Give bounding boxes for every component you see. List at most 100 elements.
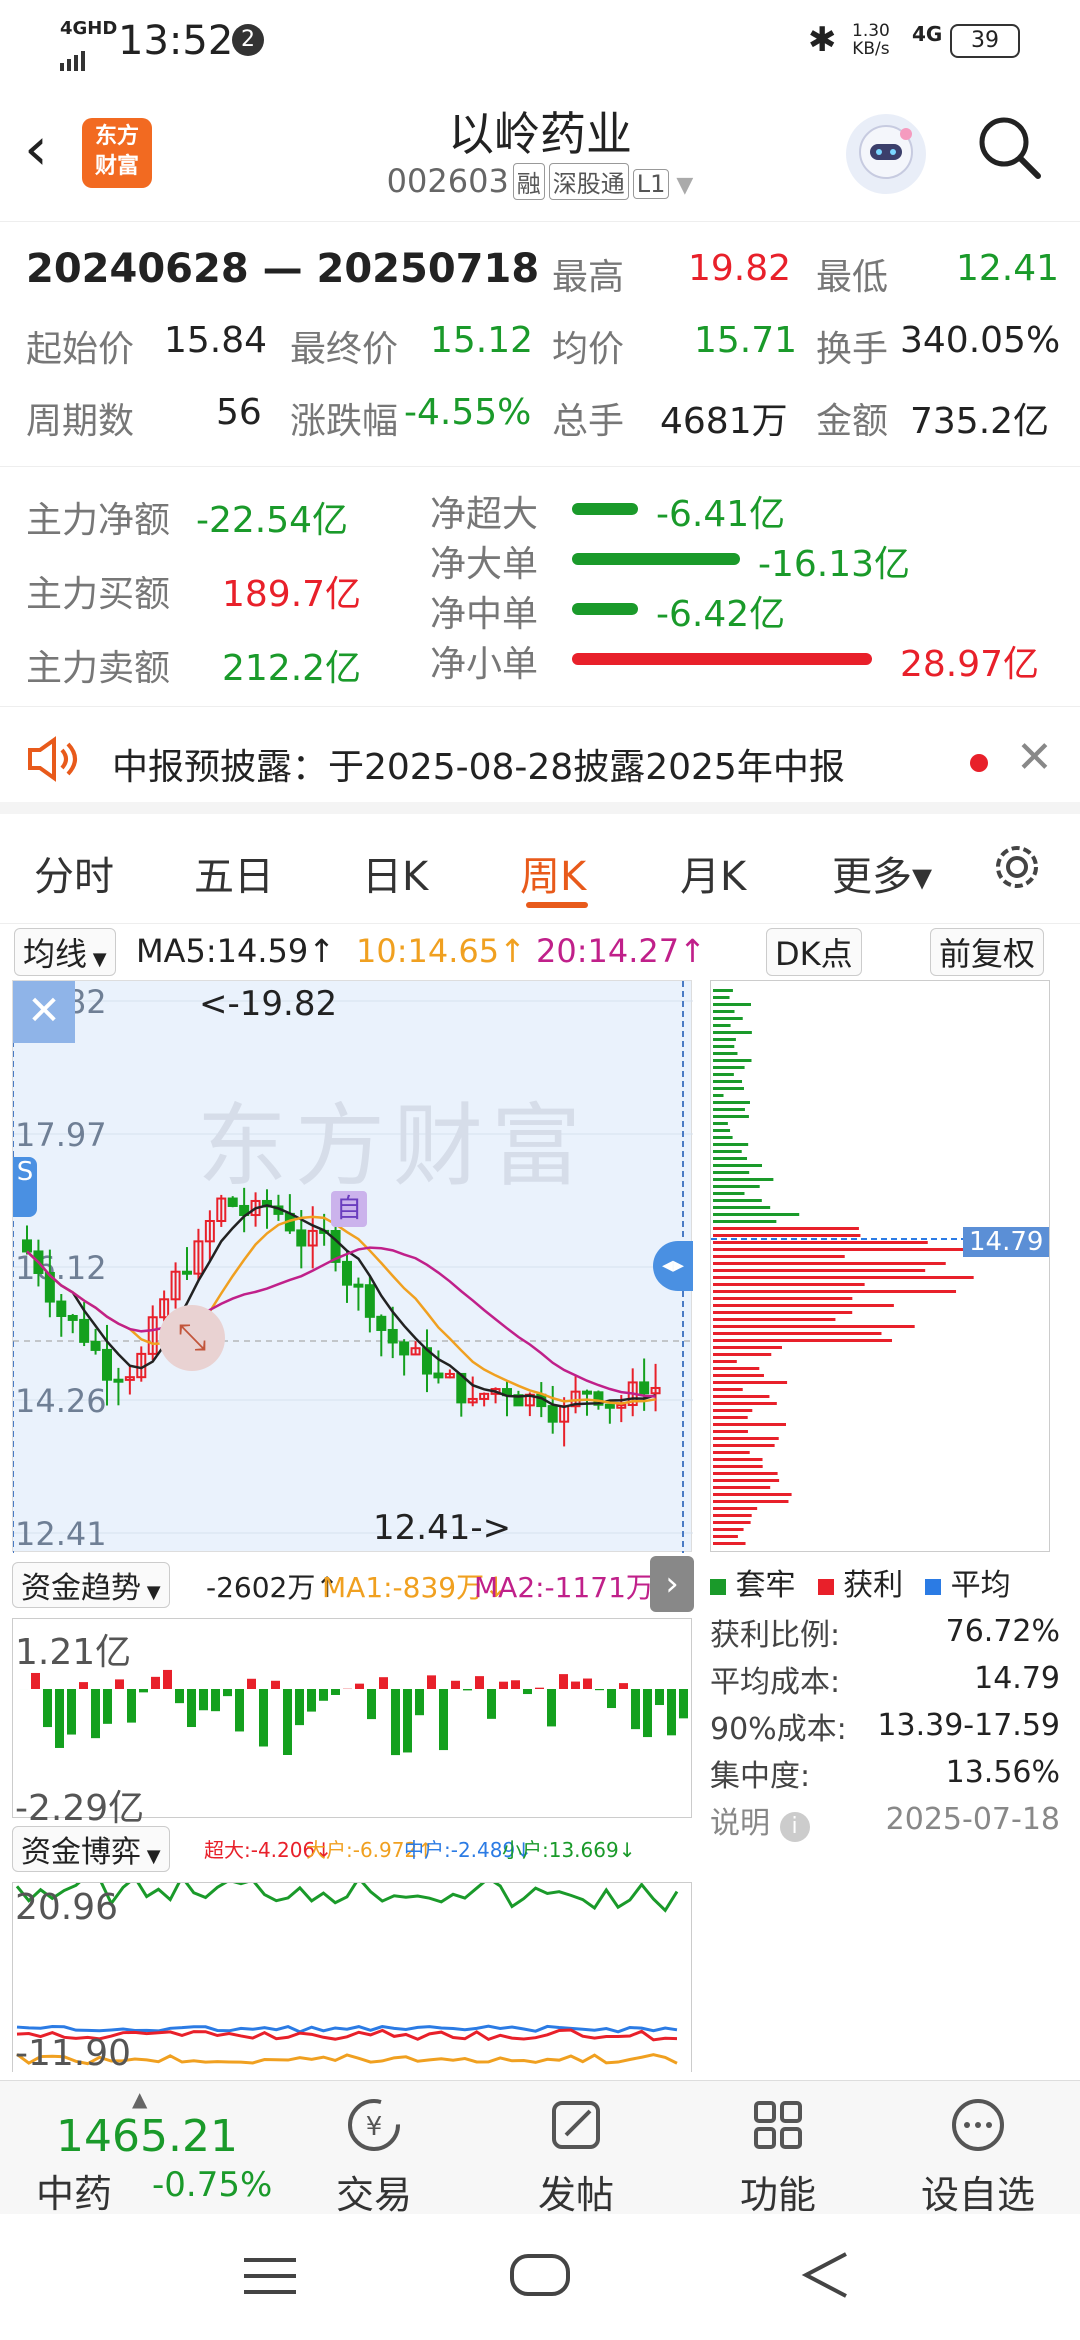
net-speed: 1.30 KB/s — [852, 21, 890, 59]
chip-stat-label: 90%成本: — [710, 1711, 847, 1747]
fund-game-select[interactable]: 资金博弈 ▼ — [12, 1826, 170, 1872]
fund-bar — [127, 1689, 136, 1723]
flow-item-label: 净小单 — [430, 644, 539, 685]
chip-stat-row: 平均成本: 14.79 — [710, 1655, 1060, 1702]
end-label: 最终价 — [290, 329, 399, 370]
tab-intraday[interactable]: 分时 — [34, 844, 114, 902]
nav-add-watchlist[interactable]: 设自选 — [908, 2095, 1048, 2219]
fund-bar — [631, 1689, 640, 1730]
chip-bar — [713, 1276, 974, 1279]
flow-breakdown: 净超大 -6.41亿 净大单 -16.13亿 净中单 -6.42亿 净小单 28.97亿 — [430, 481, 1070, 701]
index-change: -0.75% — [152, 2165, 273, 2205]
chip-bar — [713, 1514, 752, 1517]
candle-body — [79, 1318, 90, 1343]
chip-bar — [713, 996, 730, 999]
chip-bar — [713, 1073, 734, 1076]
game-top-label: 20.96 — [15, 1887, 119, 1928]
chip-stat-label: 获利比例: — [710, 1617, 841, 1653]
side-s-tab[interactable]: S — [13, 1157, 37, 1217]
notice-bar[interactable]: 中报预披露：于2025-08-28披露2025年中报 ✕ — [0, 710, 1080, 814]
flow-item-value: -6.42亿 — [656, 594, 786, 635]
status-bar: 4GHD 13:52 2 ✱ 1.30 KB/s 4G 39 — [0, 0, 1080, 84]
menu-icon[interactable] — [240, 2254, 300, 2302]
adjust-button[interactable]: 前复权 — [930, 928, 1045, 976]
tab-monthly[interactable]: 月K — [680, 844, 746, 902]
tab-five-day[interactable]: 五日 — [194, 844, 274, 902]
fullscreen-icon[interactable]: ⤡ — [159, 1305, 225, 1371]
index-ticker[interactable]: ▲ 1465.21 中药 -0.75% — [12, 2087, 302, 2216]
chip-bar — [713, 1430, 748, 1433]
stock-header: ‹ 东方 财富 以岭药业 002603 融深股通 L1 ▼ — [0, 84, 1080, 222]
fund-bar — [679, 1689, 688, 1719]
chip-bar — [713, 1115, 749, 1118]
fund-bar — [547, 1689, 556, 1727]
chip-svg — [711, 989, 1051, 1545]
chip-bar — [713, 1381, 788, 1384]
fund-bar — [427, 1675, 436, 1689]
settings-icon[interactable] — [988, 838, 1046, 906]
chip-bar — [713, 1206, 771, 1209]
chip-bar — [713, 1108, 745, 1111]
fund-bar — [595, 1689, 604, 1691]
dk-point-button[interactable]: DK点 — [766, 928, 862, 976]
info-link[interactable]: 说明 i — [710, 1798, 810, 1842]
fund-ma2: MA2:-1171万↑ — [474, 1571, 678, 1604]
flow-item-label: 净大单 — [430, 544, 539, 585]
caret-down-icon[interactable]: ▼ — [669, 173, 693, 198]
index-name: 中药 — [36, 2172, 113, 2216]
tag-margin: 融 — [512, 163, 545, 200]
turnover-value: 340.05% — [900, 320, 1061, 361]
nav-trade[interactable]: ¥ 交易 — [304, 2095, 444, 2219]
tab-daily[interactable]: 日K — [362, 844, 428, 902]
fund-bar — [295, 1689, 304, 1726]
back-nav-icon[interactable] — [796, 2250, 856, 2304]
chip-stat-row: 90%成本: 13.39-17.59 — [710, 1702, 1060, 1749]
nav-functions[interactable]: 功能 — [708, 2095, 848, 2219]
capital-flow: 主力净额 -22.54亿 主力买额 189.7亿 主力卖额 212.2亿 净超大… — [0, 467, 1080, 707]
chip-bar — [713, 1059, 752, 1062]
caret-up-icon: ▲ — [132, 2087, 148, 2111]
home-icon[interactable] — [508, 2250, 572, 2304]
self-mark[interactable]: 自 — [331, 1191, 367, 1227]
fund-game-chart[interactable]: 20.96 -11.90 — [12, 1872, 692, 2074]
nav-post[interactable]: 发帖 — [506, 2095, 646, 2219]
fund-bar — [391, 1689, 400, 1756]
fund-trend-chart[interactable]: 1.21亿 -2.29亿 — [12, 1618, 692, 1829]
chip-bar — [713, 1444, 775, 1447]
sell-value: 212.2亿 — [222, 648, 362, 689]
system-nav — [0, 2214, 1080, 2340]
chip-bar — [713, 1024, 731, 1027]
net-label: 主力净额 — [26, 500, 171, 541]
fund-bar — [463, 1689, 472, 1691]
candle-body — [102, 1348, 112, 1381]
tab-more[interactable]: 更多▾ — [832, 844, 932, 902]
search-icon[interactable] — [974, 112, 1046, 188]
fund-bar — [559, 1674, 568, 1689]
chip-bar — [713, 1451, 750, 1454]
robot-avatar-icon[interactable] — [846, 114, 926, 194]
fund-bar — [103, 1689, 112, 1724]
price-axis-label: 12.41 — [15, 1515, 107, 1553]
close-icon[interactable]: ✕ — [13, 981, 75, 1043]
fund-bar — [583, 1678, 592, 1689]
fund-bar — [655, 1689, 664, 1706]
kline-chart[interactable]: 19.8217.9716.1214.2612.41<-19.8212.41-> … — [12, 980, 693, 1553]
periods-label: 周期数 — [26, 401, 135, 442]
chip-stat-value: 14.79 — [974, 1661, 1060, 1696]
fund-bar — [403, 1689, 412, 1753]
start-label: 起始价 — [26, 329, 135, 370]
fund-bar — [451, 1680, 460, 1689]
close-icon[interactable]: ✕ — [1016, 732, 1053, 783]
battery-icon: 39 — [950, 24, 1020, 58]
date-range: 20240628 — 20250718 — [26, 246, 540, 292]
chip-bar — [713, 1185, 760, 1188]
fund-bar — [319, 1689, 328, 1701]
chip-distribution[interactable]: 14.79 — [710, 980, 1051, 1552]
tab-weekly[interactable]: 周K — [520, 844, 586, 902]
indicator-select[interactable]: 均线 ▼ — [14, 928, 116, 976]
fund-trend-select[interactable]: 资金趋势 ▼ — [12, 1562, 170, 1608]
price-axis-label: 17.97 — [15, 1116, 107, 1154]
next-arrow-icon[interactable]: › — [650, 1556, 694, 1612]
notice-text[interactable]: 中报预披露：于2025-08-28披露2025年中报 — [112, 738, 845, 790]
fund-bar — [439, 1689, 448, 1751]
